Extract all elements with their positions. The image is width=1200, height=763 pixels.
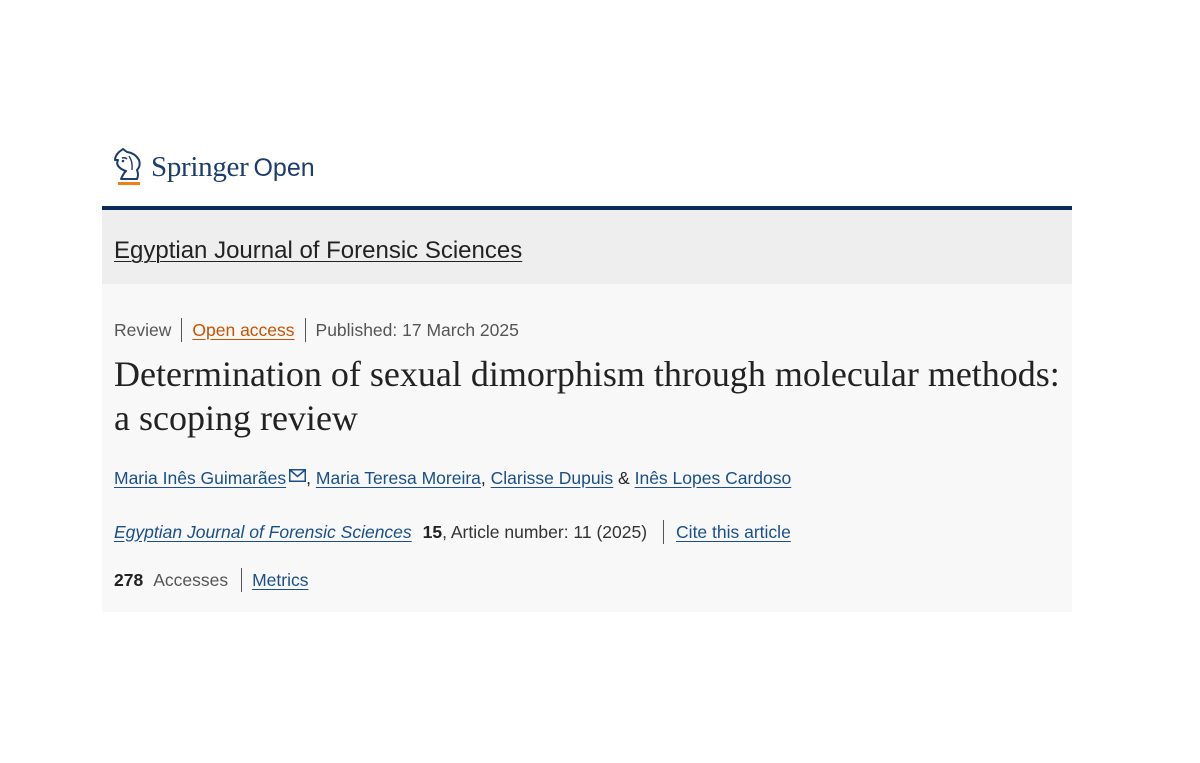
journal-title-link[interactable]: Egyptian Journal of Forensic Sciences — [114, 237, 522, 265]
cite-this-article-link[interactable]: Cite this article — [676, 522, 791, 543]
metrics-link[interactable]: Metrics — [252, 570, 308, 591]
article-type: Review — [114, 319, 172, 340]
author-link[interactable]: Inês Lopes Cardoso — [635, 468, 792, 488]
article-title: Determination of sexual dimorphism throu… — [114, 354, 1060, 438]
author-link[interactable]: Maria Teresa Moreira — [316, 468, 481, 488]
author-link[interactable]: Clarisse Dupuis — [491, 468, 614, 488]
article-meta: Review Open access Published: 17 March 2… — [114, 318, 519, 342]
divider — [663, 520, 665, 544]
springer-horse-icon — [114, 148, 141, 185]
journal-header: Egyptian Journal of Forensic Sciences — [102, 210, 1072, 284]
article-number: , Article number: 11 (2025) — [442, 521, 648, 542]
divider — [181, 318, 183, 342]
author-separator: , — [480, 468, 491, 488]
citation-line: Egyptian Journal of Forensic Sciences 15… — [114, 520, 791, 544]
author-link[interactable]: Maria Inês Guimarães — [114, 468, 286, 488]
accesses-count: 278 — [114, 569, 144, 590]
brand-name: Springer — [151, 151, 249, 183]
published-date: Published: 17 March 2025 — [315, 319, 519, 340]
open-access-link[interactable]: Open access — [192, 320, 294, 341]
accesses-label: Accesses — [153, 569, 229, 590]
email-icon[interactable] — [289, 469, 307, 482]
author-list: Maria Inês Guimarães, Maria Teresa Morei… — [114, 468, 791, 489]
author-separator: & — [613, 468, 635, 488]
metrics-row: 278 Accesses Metrics — [114, 568, 308, 592]
citation-journal-link[interactable]: Egyptian Journal of Forensic Sciences — [114, 522, 412, 543]
springer-open-logo[interactable]: Springer Open — [113, 146, 315, 188]
volume-number: 15 — [422, 521, 443, 542]
divider — [304, 318, 306, 342]
article-header: Review Open access Published: 17 March 2… — [102, 284, 1072, 612]
divider — [241, 568, 243, 592]
author-separator: , — [306, 468, 316, 488]
brand-suffix: Open — [253, 154, 315, 182]
